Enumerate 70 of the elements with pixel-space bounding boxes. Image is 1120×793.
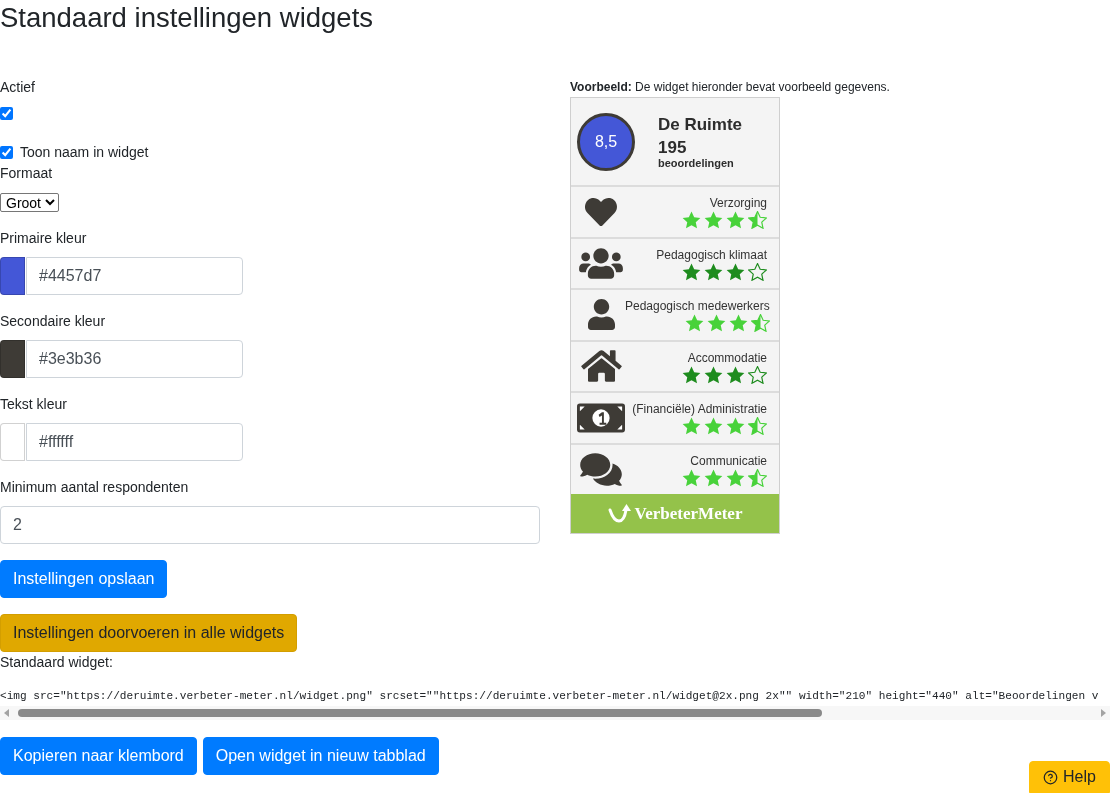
color-input[interactable]: #ffffff [26, 422, 243, 461]
horizontal-scrollbar[interactable] [0, 706, 1110, 720]
half-star-icon [750, 314, 770, 332]
category-label: Accommodatie [687, 350, 767, 365]
help-button[interactable]: Help [1029, 761, 1110, 793]
color-swatch-icon[interactable] [0, 339, 25, 378]
open-tab-button[interactable]: Open widget in nieuw tabblad [202, 737, 439, 775]
star-icon [704, 468, 723, 487]
star-icon [704, 365, 723, 384]
field-label: Formaat [0, 164, 53, 183]
person-icon [587, 299, 615, 331]
star-icon [726, 417, 745, 435]
embed-label: Standaard widget: [0, 652, 113, 672]
field-label: Secondaire kleur [0, 312, 106, 331]
copy-button[interactable]: Kopieren naar klembord [0, 737, 197, 775]
color-swatch-icon[interactable] [0, 422, 25, 461]
banknote-icon [577, 402, 625, 433]
brand-name: VerbeterMeter [634, 503, 743, 524]
star-icon [726, 211, 745, 229]
star-icon [682, 211, 701, 229]
star-icon [706, 314, 726, 332]
checkbox[interactable] [0, 146, 13, 159]
empty-star-icon [748, 365, 767, 384]
category-label: Communicatie [690, 453, 767, 468]
house-icon [580, 348, 622, 385]
star-icon [726, 262, 745, 281]
preview-note: Voorbeeld: De widget hieronder bevat voorbeeld gegevens. [570, 79, 890, 96]
color-swatch-icon[interactable] [0, 256, 25, 295]
checkbox-label: Toon naam in widget [20, 143, 149, 162]
category-label: Pedagogisch klimaat [656, 247, 767, 262]
star-icon [684, 314, 704, 332]
category-label: Pedagogisch medewerkers [625, 299, 770, 313]
heart-icon [583, 195, 619, 228]
half-star-icon [748, 211, 767, 229]
field-label: Minimum aantal respondenten [0, 478, 189, 497]
chat-bubbles-icon [580, 450, 622, 488]
half-star-icon [748, 417, 767, 435]
field-label: Primaire kleur [0, 229, 87, 248]
help-icon [1043, 769, 1059, 785]
field-label: Actief [0, 78, 35, 97]
checkbox[interactable] [0, 107, 13, 120]
star-icon [728, 314, 748, 332]
half-star-icon [748, 468, 767, 487]
widget-name: De Ruimte [658, 114, 743, 135]
number-input[interactable]: 2 [0, 505, 540, 544]
people-group-icon [579, 245, 623, 281]
star-icon [726, 365, 745, 384]
star-icon [704, 211, 723, 229]
color-input[interactable]: #3e3b36 [26, 339, 243, 378]
star-icon [682, 365, 701, 384]
star-icon [682, 468, 701, 487]
star-icon [726, 468, 745, 487]
review-count: 195 [658, 138, 687, 157]
category-label: Verzorging [709, 196, 767, 210]
category-label: (Financiële) Administratie [632, 402, 767, 416]
page-title: Standaard instellingen widgets [0, 1, 375, 35]
empty-star-icon [748, 262, 767, 281]
format-select[interactable]: Groot [0, 192, 59, 212]
field-label: Tekst kleur [0, 395, 67, 414]
star-icon [704, 417, 723, 435]
star-icon [682, 417, 701, 435]
rating-score: 8,5 [577, 112, 635, 171]
color-input[interactable]: #4457d7 [26, 256, 243, 295]
star-icon [704, 262, 723, 281]
save-button[interactable]: Instellingen opslaan [0, 559, 168, 598]
logo-icon [607, 503, 632, 524]
star-icon [682, 262, 701, 281]
review-count-label: beoordelingen [658, 156, 734, 169]
embed-code: <img src="https://deruimte.verbeter-meter.nl/widget.png" srcset=""https://deruimte.verbeter-meter.nl/widget@2x.png 2x"" width="210" height="440" alt="Beoordelingen v [0, 689, 1099, 704]
apply-all-button[interactable]: Instellingen doorvoeren in alle widgets [0, 613, 298, 652]
